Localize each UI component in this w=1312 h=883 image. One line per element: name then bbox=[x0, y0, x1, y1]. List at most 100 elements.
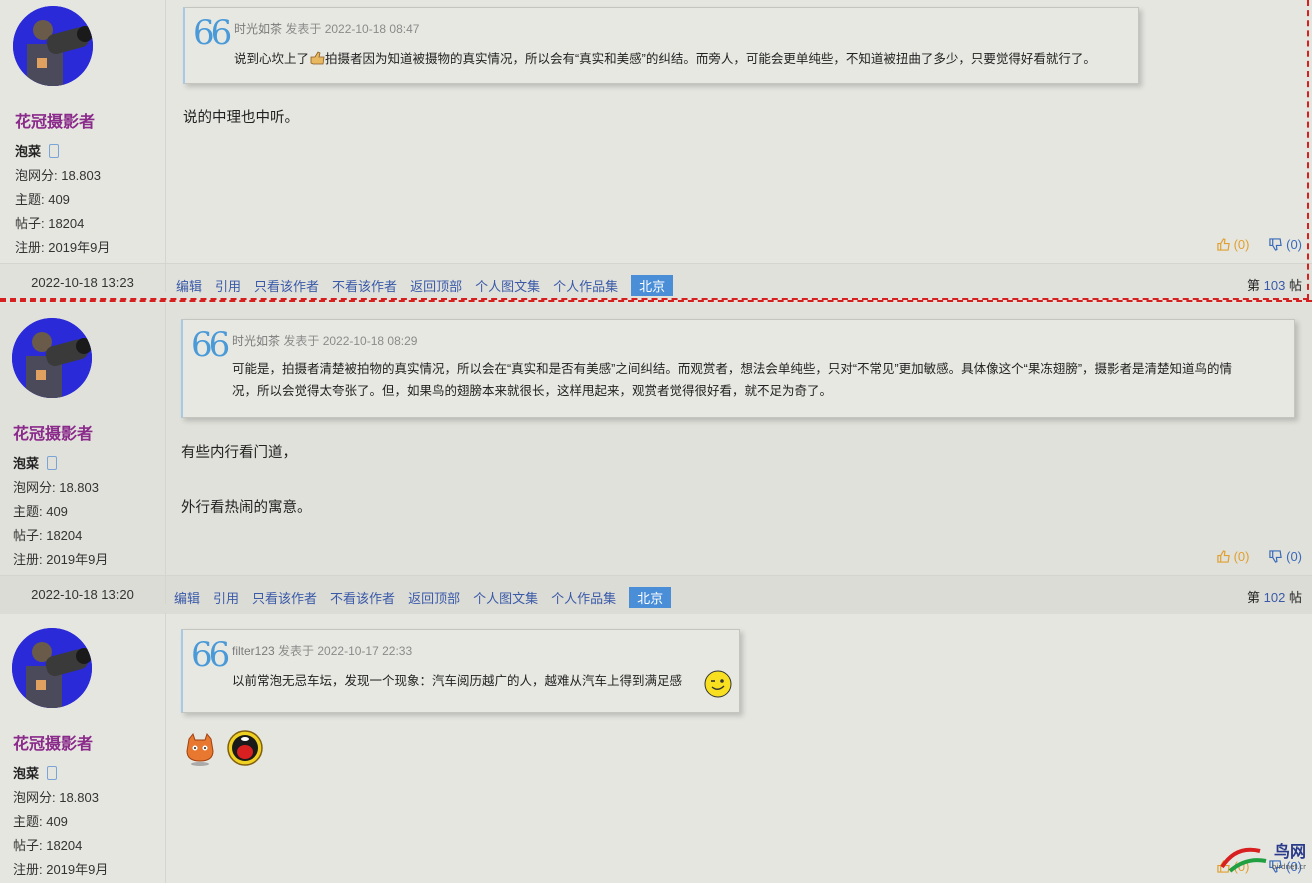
post-101: 花冠摄影者 泡菜 泡网分: 18.803 主题: 409 帖子: 18204 注… bbox=[0, 613, 1312, 883]
vote-bar: (0) (0) bbox=[1216, 549, 1302, 564]
avatar[interactable] bbox=[13, 6, 93, 86]
avatar[interactable] bbox=[12, 628, 92, 708]
thumbs-up-icon bbox=[1216, 238, 1230, 251]
user-level: 泡菜 bbox=[13, 453, 58, 472]
dislike-count: (0) bbox=[1286, 549, 1302, 564]
dislike-count: (0) bbox=[1286, 237, 1302, 252]
only-author-link[interactable]: 只看该作者 bbox=[254, 279, 319, 294]
floor-number: 第 103 帖 bbox=[1247, 275, 1302, 294]
post-time: 2022-10-18 13:20 bbox=[0, 576, 166, 604]
quote-text: 可能是，拍摄者清楚被拍物的真实情况，所以会在“真实和是否有美感”之间纠结。而观赏… bbox=[232, 358, 1232, 402]
post-actions: 编辑 引用 只看该作者 不看该作者 返回顶部 个人图文集 个人作品集 北京 bbox=[174, 587, 672, 608]
quote-link[interactable]: 引用 bbox=[213, 591, 239, 606]
photo-album-link[interactable]: 个人图文集 bbox=[475, 279, 540, 294]
mobile-icon bbox=[47, 456, 58, 470]
level-label: 泡菜 bbox=[13, 456, 40, 471]
floor-number: 第 102 帖 bbox=[1247, 587, 1302, 606]
quote-meta: 时光如茶 发表于 2022-10-18 08:47 bbox=[234, 20, 419, 37]
selection-outline-bottom bbox=[0, 300, 1312, 302]
portfolio-link[interactable]: 个人作品集 bbox=[551, 591, 616, 606]
monster-emoji-icon bbox=[183, 731, 217, 772]
quote-block: 66 filter123 发表于 2022-10-17 22:33 以前常泡无忌… bbox=[181, 629, 740, 713]
quote-icon: 66 bbox=[191, 325, 230, 365]
like-button[interactable]: (0) bbox=[1216, 549, 1250, 564]
quote-line: 拍摄者因为知道被摄物的真实情况，所以会有“真实和美感”的纠结。而旁人，可能会更单… bbox=[325, 52, 1096, 66]
post-103: 花冠摄影者 泡菜 泡网分: 18.803 主题: 409 帖子: 18204 注… bbox=[0, 0, 1312, 302]
back-to-top-link[interactable]: 返回顶部 bbox=[408, 591, 460, 606]
mobile-icon bbox=[47, 766, 58, 780]
floor-prefix: 第 bbox=[1247, 278, 1261, 293]
user-topics: 主题: 409 bbox=[13, 504, 68, 519]
floor-link[interactable]: 102 bbox=[1264, 590, 1286, 605]
photo-album-link[interactable]: 个人图文集 bbox=[473, 591, 538, 606]
watermark-subtext: birdnet.cn bbox=[1272, 863, 1306, 871]
user-registered: 注册: 2019年9月 bbox=[15, 240, 111, 255]
shouting-emoji-icon bbox=[226, 729, 264, 772]
user-score: 泡网分: 18.803 bbox=[13, 790, 99, 805]
user-posts: 帖子: 18204 bbox=[15, 216, 85, 231]
post-time: 2022-10-18 13:23 bbox=[0, 264, 166, 292]
dislike-button[interactable]: (0) bbox=[1269, 549, 1302, 564]
author-panel: 花冠摄影者 泡菜 泡网分: 18.803 主题: 409 帖子: 18204 注… bbox=[0, 613, 166, 883]
username[interactable]: 花冠摄影者 bbox=[13, 420, 93, 444]
thumbs-down-icon bbox=[1269, 550, 1282, 563]
thumbs-up-emoji-icon bbox=[309, 50, 325, 65]
site-watermark-logo: 鸟网 birdnet.cn bbox=[1216, 837, 1308, 877]
user-registered: 注册: 2019年9月 bbox=[13, 552, 109, 567]
location-badge: 北京 bbox=[629, 587, 672, 608]
edit-link[interactable]: 编辑 bbox=[176, 279, 202, 294]
post-102: 花冠摄影者 泡菜 泡网分: 18.803 主题: 409 帖子: 18204 注… bbox=[0, 303, 1312, 614]
quote-author[interactable]: 时光如茶 bbox=[232, 334, 280, 348]
post-footer: 2022-10-18 13:23 编辑 引用 只看该作者 不看该作者 返回顶部 个人图文集… bbox=[0, 263, 1312, 302]
quote-line: 说到心坎上了 bbox=[234, 52, 310, 66]
hide-author-link[interactable]: 不看该作者 bbox=[332, 279, 397, 294]
dislike-button[interactable]: (0) bbox=[1269, 237, 1302, 252]
quote-meta: 时光如茶 发表于 2022-10-18 08:29 bbox=[232, 332, 417, 349]
level-label: 泡菜 bbox=[15, 144, 42, 159]
location-badge: 北京 bbox=[631, 275, 674, 296]
quote-date: 发表于 2022-10-18 08:47 bbox=[285, 22, 420, 36]
post-content: 66 时光如茶 发表于 2022-10-18 08:47 说到心坎上了 拍摄者因为… bbox=[166, 0, 1312, 263]
quote-line: 可能是，拍摄者清楚被拍物的真实情况，所以会在“真实和是否有美感”之间纠结。而观赏… bbox=[232, 362, 1232, 376]
post-actions: 编辑 引用 只看该作者 不看该作者 返回顶部 个人图文集 个人作品集 北京 bbox=[176, 275, 674, 296]
post-body-line: 说的中理也中听。 bbox=[183, 110, 299, 126]
post-footer: 2022-10-18 13:20 编辑 引用 只看该作者 不看该作者 返回顶部 个人图文集… bbox=[0, 575, 1312, 614]
vote-bar: (0) (0) bbox=[1216, 237, 1302, 252]
quote-icon: 66 bbox=[193, 13, 232, 53]
quote-author[interactable]: 时光如茶 bbox=[234, 22, 282, 36]
quote-line: 以前常泡无忌车坛，发现一个现象：汽车阅历越广的人，越难从汽车上得到满足感 bbox=[232, 674, 683, 688]
username[interactable]: 花冠摄影者 bbox=[13, 730, 93, 754]
thumbs-up-icon bbox=[1216, 550, 1230, 563]
back-to-top-link[interactable]: 返回顶部 bbox=[410, 279, 462, 294]
like-count: (0) bbox=[1233, 549, 1250, 564]
user-topics: 主题: 409 bbox=[15, 192, 70, 207]
watermark-text: 鸟网 bbox=[1274, 842, 1306, 861]
quote-date: 发表于 2022-10-17 22:33 bbox=[278, 644, 413, 658]
quote-link[interactable]: 引用 bbox=[215, 279, 241, 294]
avatar[interactable] bbox=[12, 318, 92, 398]
username[interactable]: 花冠摄影者 bbox=[15, 108, 95, 132]
quote-text: 以前常泡无忌车坛，发现一个现象：汽车阅历越广的人，越难从汽车上得到满足感 bbox=[232, 670, 682, 692]
floor-link[interactable]: 103 bbox=[1264, 278, 1286, 293]
quote-icon: 66 bbox=[191, 635, 230, 675]
post-content: 66 时光如茶 发表于 2022-10-18 08:29 可能是，拍摄者清楚被拍… bbox=[166, 303, 1312, 575]
quote-line: 况，所以会觉得太夸张了。但，如果鸟的翅膀本来就很长，这样甩起来，观赏者觉得很好看… bbox=[232, 384, 833, 398]
user-level: 泡菜 bbox=[15, 141, 60, 160]
post-body-line: 有些内行看门道， bbox=[181, 445, 297, 461]
quote-block: 66 时光如茶 发表于 2022-10-18 08:47 说到心坎上了 拍摄者因为… bbox=[183, 7, 1139, 84]
user-posts: 帖子: 18204 bbox=[13, 528, 83, 543]
user-registered: 注册: 2019年9月 bbox=[13, 862, 109, 877]
like-count: (0) bbox=[1233, 237, 1250, 252]
floor-prefix: 第 bbox=[1247, 590, 1261, 605]
edit-link[interactable]: 编辑 bbox=[174, 591, 200, 606]
user-score: 泡网分: 18.803 bbox=[13, 480, 99, 495]
only-author-link[interactable]: 只看该作者 bbox=[252, 591, 317, 606]
author-panel: 花冠摄影者 泡菜 泡网分: 18.803 主题: 409 帖子: 18204 注… bbox=[0, 0, 166, 263]
hide-author-link[interactable]: 不看该作者 bbox=[330, 591, 395, 606]
author-panel: 花冠摄影者 泡菜 泡网分: 18.803 主题: 409 帖子: 18204 注… bbox=[0, 303, 166, 575]
quote-author[interactable]: filter123 bbox=[232, 644, 275, 658]
quote-date: 发表于 2022-10-18 08:29 bbox=[283, 334, 418, 348]
floor-suffix: 帖 bbox=[1288, 278, 1302, 293]
like-button[interactable]: (0) bbox=[1216, 237, 1250, 252]
portfolio-link[interactable]: 个人作品集 bbox=[553, 279, 618, 294]
